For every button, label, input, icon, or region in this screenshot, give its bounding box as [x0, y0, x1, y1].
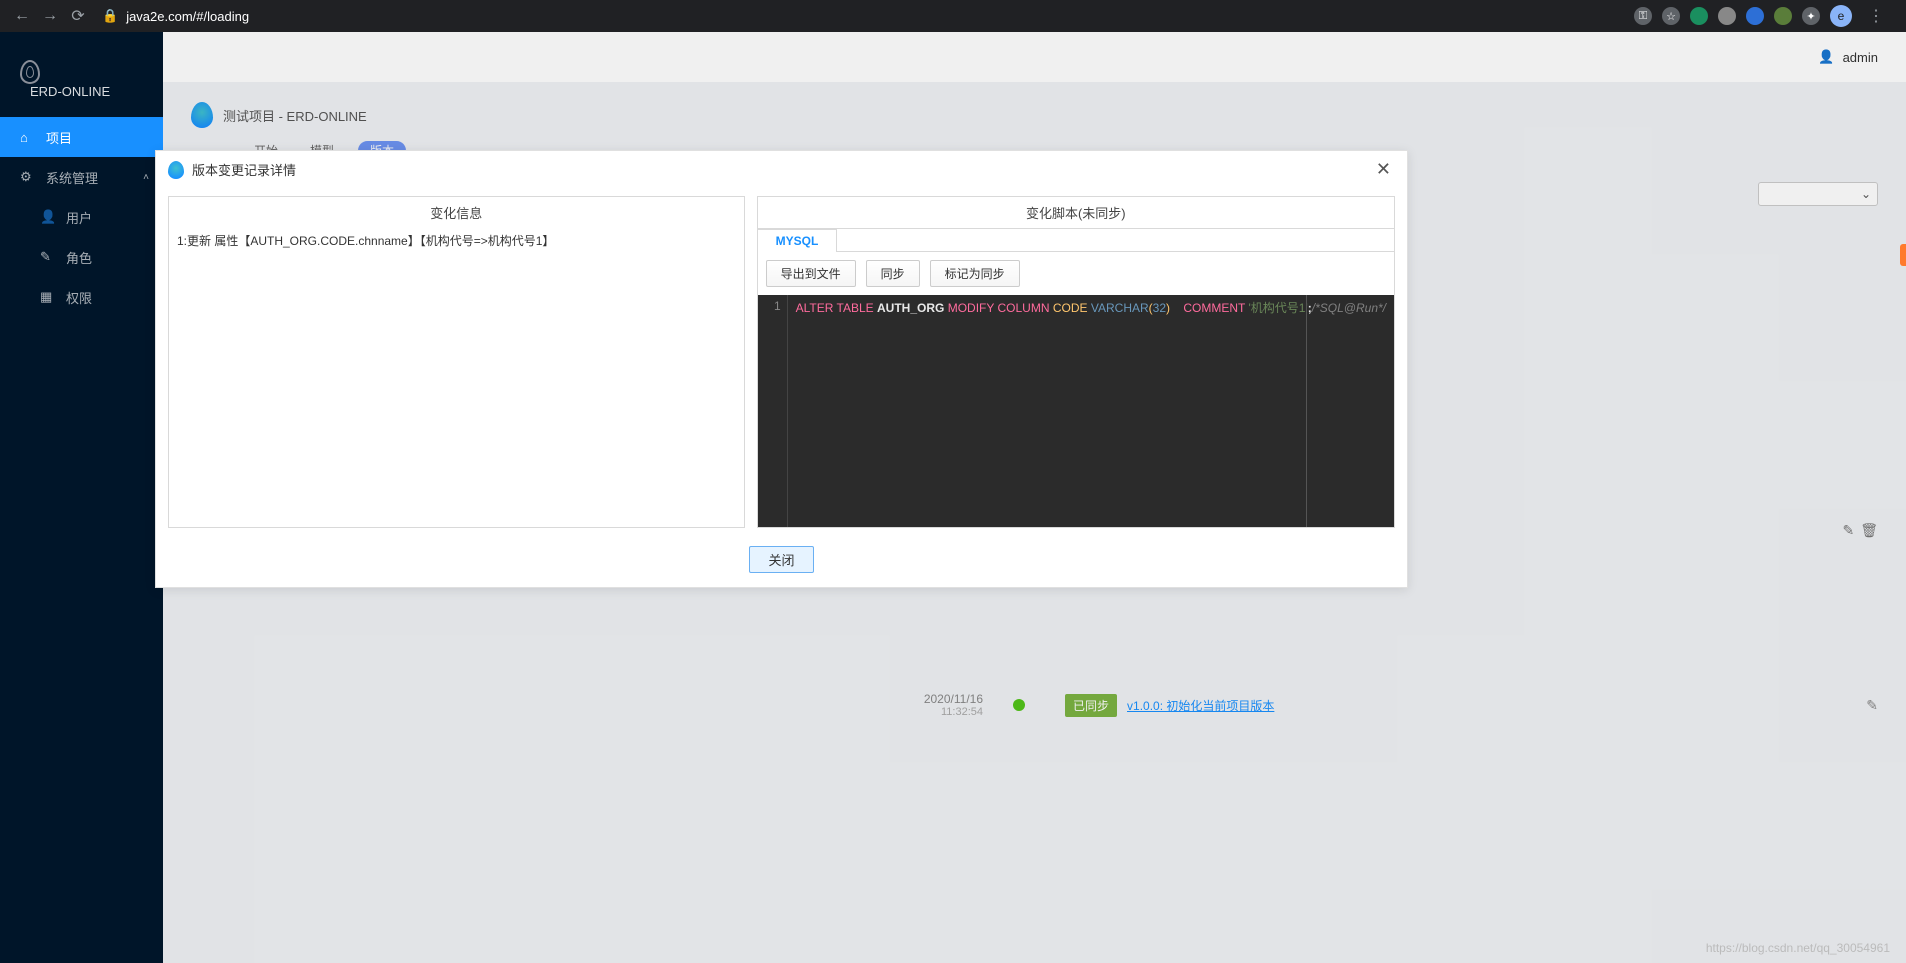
sidebar-item-user[interactable]: 👤 用户 [0, 197, 163, 237]
star-icon[interactable] [1662, 7, 1680, 25]
lock-icon: 🔒 [102, 8, 118, 24]
modal-dialog: 版本变更记录详情 ✕ 变化信息 1:更新 属性【AUTH_ORG.CODE.ch… [155, 150, 1408, 588]
pane-title-left: 变化信息 [169, 197, 744, 228]
browser-menu-icon[interactable]: ⋮ [1862, 6, 1890, 26]
close-icon[interactable]: ✕ [1372, 159, 1395, 180]
sql-line: ALTER TABLE AUTH_ORG MODIFY COLUMN CODE … [788, 295, 1394, 527]
sidebar-item-system[interactable]: ⚙ 系统管理 ˄ [0, 157, 163, 197]
address-bar[interactable]: 🔒 java2e.com/#/loading [102, 8, 1634, 24]
ext-icon-1[interactable] [1690, 7, 1708, 25]
url-text: java2e.com/#/loading [126, 9, 249, 24]
sidebar-item-label: 角色 [66, 248, 92, 267]
script-pane: 变化脚本(未同步) MYSQL 导出到文件 同步 标记为同步 1 ALTER T… [757, 196, 1395, 528]
permission-icon: ▦ [40, 289, 56, 305]
reload-button[interactable]: ⟳ [64, 2, 92, 30]
db-tab-mysql[interactable]: MYSQL [757, 229, 838, 252]
forward-button[interactable]: → [36, 2, 64, 30]
sidebar-item-label: 项目 [46, 128, 72, 147]
sidebar-item-label: 系统管理 [46, 168, 98, 187]
sidebar-item-project[interactable]: ⌂ 项目 [0, 117, 163, 157]
modal-header: 版本变更记录详情 ✕ [156, 151, 1407, 188]
db-tabs: MYSQL [758, 229, 1394, 252]
sql-editor[interactable]: 1 ALTER TABLE AUTH_ORG MODIFY COLUMN COD… [758, 295, 1394, 527]
sidebar-item-role[interactable]: ✎ 角色 [0, 237, 163, 277]
sidebar-item-label: 用户 [66, 208, 92, 227]
script-buttons: 导出到文件 同步 标记为同步 [758, 252, 1394, 295]
ext-icon-4[interactable] [1774, 7, 1792, 25]
code-ruler [1306, 295, 1307, 527]
sync-button[interactable]: 同步 [866, 260, 920, 287]
watermark: https://blog.csdn.net/qq_30054961 [1706, 941, 1890, 955]
key-icon[interactable] [1634, 7, 1652, 25]
side-tab-icon[interactable] [1900, 244, 1906, 266]
change-line: 1:更新 属性【AUTH_ORG.CODE.chnname】【机构代号=>机构代… [169, 228, 744, 253]
chevron-up-icon: ˄ [143, 172, 149, 183]
back-button[interactable]: ← [8, 2, 36, 30]
browser-toolbar: ← → ⟳ 🔒 java2e.com/#/loading e ⋮ [0, 0, 1906, 32]
extensions-icon[interactable] [1802, 7, 1820, 25]
modal-logo-icon [168, 161, 184, 179]
brand-text: ERD-ONLINE [30, 84, 163, 99]
logo-area [0, 32, 163, 112]
gear-icon: ⚙ [20, 169, 36, 185]
modal-title: 版本变更记录详情 [192, 160, 296, 179]
sidebar-item-label: 权限 [66, 288, 92, 307]
profile-avatar[interactable]: e [1830, 5, 1852, 27]
line-gutter: 1 [758, 295, 788, 527]
user-icon: 👤 [40, 209, 56, 225]
mark-sync-button[interactable]: 标记为同步 [930, 260, 1020, 287]
sidebar-submenu: 👤 用户 ✎ 角色 ▦ 权限 [0, 197, 163, 317]
sidebar: ERD-ONLINE ⌂ 项目 ⚙ 系统管理 ˄ 👤 用户 ✎ 角色 ▦ 权限 [0, 32, 163, 963]
pane-title-right: 变化脚本(未同步) [758, 197, 1394, 229]
export-button[interactable]: 导出到文件 [766, 260, 856, 287]
modal-footer: 关闭 [156, 536, 1407, 587]
logo-icon [20, 60, 40, 84]
change-info-pane: 变化信息 1:更新 属性【AUTH_ORG.CODE.chnname】【机构代号… [168, 196, 745, 528]
sidebar-item-permission[interactable]: ▦ 权限 [0, 277, 163, 317]
extension-icons: e ⋮ [1634, 5, 1890, 27]
ext-icon-2[interactable] [1718, 7, 1736, 25]
ext-icon-3[interactable] [1746, 7, 1764, 25]
close-button[interactable]: 关闭 [749, 546, 813, 573]
home-icon: ⌂ [20, 130, 36, 145]
role-icon: ✎ [40, 249, 56, 265]
